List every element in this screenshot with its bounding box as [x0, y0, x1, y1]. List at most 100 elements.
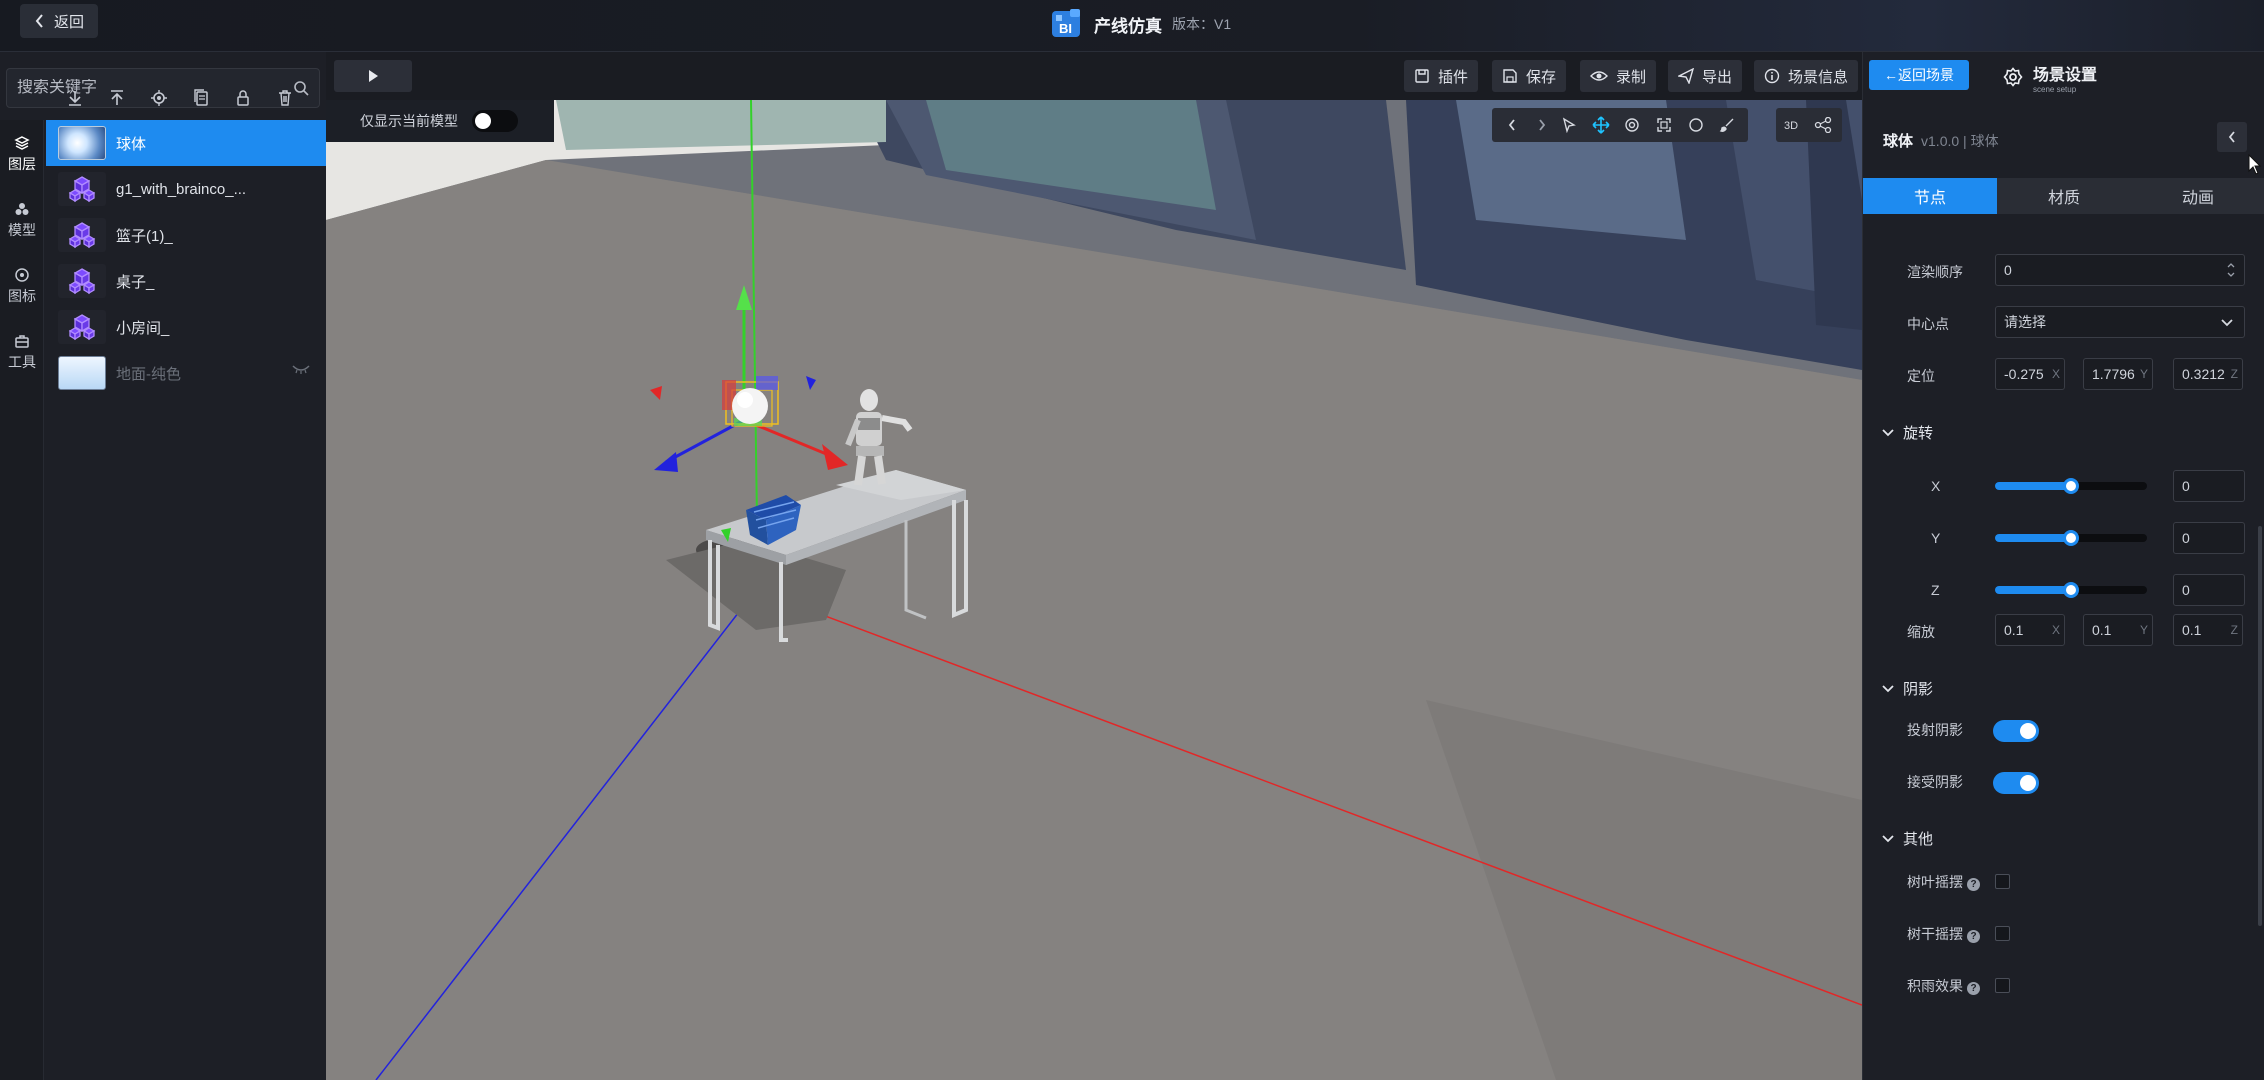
transform-tools-group — [1548, 108, 1748, 142]
layer-item[interactable]: 小房间_ — [46, 304, 326, 350]
record-button[interactable]: 录制 — [1580, 60, 1657, 92]
rain-effect-checkbox[interactable] — [1995, 978, 2010, 993]
back-button[interactable]: 返回 — [20, 4, 98, 38]
slider-knob[interactable] — [2063, 478, 2079, 494]
sphere-outline-icon[interactable] — [1683, 112, 1709, 138]
collapse-panel-button[interactable] — [2217, 122, 2247, 152]
mouse-cursor-icon — [2248, 154, 2262, 175]
rotation-value-input[interactable]: 0 — [2173, 522, 2245, 554]
target-icon — [15, 267, 29, 282]
move-icon[interactable] — [1588, 112, 1614, 138]
rotation-slider[interactable] — [1995, 478, 2147, 494]
slider-fill — [1995, 482, 2071, 490]
position-y-input[interactable]: 1.7796 Y — [2083, 358, 2153, 390]
upload-icon[interactable] — [106, 87, 128, 109]
undo-chevron-left-icon[interactable] — [1500, 112, 1524, 138]
download-icon[interactable] — [64, 87, 86, 109]
rotation-section-header[interactable]: 旋转 — [1881, 422, 1933, 443]
layer-item[interactable]: 球体 — [46, 120, 326, 166]
plugin-icon — [1415, 69, 1429, 83]
layer-item[interactable]: g1_with_brainco_... — [46, 166, 326, 212]
rail-item-layers[interactable]: 图层 — [0, 126, 44, 182]
leaf-sway-checkbox[interactable] — [1995, 874, 2010, 889]
help-icon[interactable]: ? — [1967, 930, 1980, 943]
rotation-value: 0 — [2182, 478, 2190, 494]
trunk-sway-text: 树干摇摆 — [1907, 926, 1963, 942]
trunk-sway-checkbox[interactable] — [1995, 926, 2010, 941]
save-label: 保存 — [1526, 68, 1557, 86]
stepper-icon[interactable] — [2226, 261, 2236, 279]
rotate-icon[interactable] — [1619, 112, 1645, 138]
return-scene-button[interactable]: ←返回场景 — [1869, 60, 1969, 90]
brush-icon[interactable] — [1714, 112, 1740, 138]
rotation-value-input[interactable]: 0 — [2173, 574, 2245, 606]
center-point-select[interactable]: 请选择 — [1995, 306, 2245, 338]
scale-y-input[interactable]: 0.1 Y — [2083, 614, 2153, 646]
scale-icon[interactable] — [1651, 112, 1677, 138]
rotation-section-label: 旋转 — [1903, 425, 1934, 442]
receive-shadow-toggle[interactable] — [1993, 772, 2039, 794]
scale-x-input[interactable]: 0.1 X — [1995, 614, 2065, 646]
scene-info-button[interactable]: 场景信息 — [1754, 60, 1859, 92]
slider-knob[interactable] — [2063, 582, 2079, 598]
cubes-icon — [15, 202, 29, 215]
leaf-sway-text: 树叶摇摆 — [1907, 874, 1963, 890]
position-label: 定位 — [1907, 368, 1935, 384]
tab-material[interactable]: 材质 — [1997, 178, 2131, 214]
slider-knob[interactable] — [2063, 530, 2079, 546]
chevron-left-icon — [2228, 131, 2235, 143]
position-z-input[interactable]: 0.3212 Z — [2173, 358, 2243, 390]
layer-label: 桌子_ — [116, 273, 155, 291]
rotation-value-input[interactable]: 0 — [2173, 470, 2245, 502]
shadow-section-label: 阴影 — [1903, 681, 1934, 698]
axis-x-tag: X — [2051, 623, 2060, 637]
node-graph-icon[interactable] — [1812, 112, 1834, 138]
plugin-button[interactable]: 插件 — [1404, 60, 1479, 92]
rotation-slider[interactable] — [1995, 530, 2147, 546]
3d-viewport[interactable]: 仅显示当前模型 3D — [326, 100, 1862, 1080]
rail-item-icons[interactable]: 图标 — [0, 258, 44, 314]
other-section-header[interactable]: 其他 — [1881, 828, 1933, 849]
scene-canvas — [326, 100, 1862, 1080]
plugin-label: 插件 — [1438, 68, 1469, 86]
position-x-input[interactable]: -0.275 X — [1995, 358, 2065, 390]
scene-info-label: 场景信息 — [1788, 68, 1849, 86]
rail-item-tools[interactable]: 工具 — [0, 324, 44, 380]
only-current-toggle[interactable] — [472, 110, 518, 132]
only-current-model-bar: 仅显示当前模型 — [326, 100, 554, 142]
delete-icon[interactable] — [274, 87, 296, 109]
rotation-slider[interactable] — [1995, 582, 2147, 598]
eye-closed-icon[interactable] — [292, 364, 310, 374]
rail-item-models[interactable]: 模型 — [0, 192, 44, 248]
export-button[interactable]: 导出 — [1668, 60, 1743, 92]
focus-icon[interactable] — [148, 87, 170, 109]
save-button[interactable]: 保存 — [1492, 60, 1567, 92]
node-name: 球体 — [1883, 133, 1914, 150]
model-cubes-icon — [58, 310, 106, 344]
cast-shadow-toggle[interactable] — [1993, 720, 2039, 742]
help-icon[interactable]: ? — [1967, 982, 1980, 995]
tab-animation[interactable]: 动画 — [2131, 178, 2264, 214]
scale-z-input[interactable]: 0.1 Z — [2173, 614, 2243, 646]
play-button[interactable] — [334, 60, 412, 92]
position-y-value: 1.7796 — [2092, 366, 2135, 382]
chevron-down-icon — [1882, 428, 1894, 436]
3d-view-icon[interactable]: 3D — [1784, 112, 1806, 138]
layer-list: 球体 g1_with_brainco_... 篮子(1)_ 桌子_ 小房间_ 地… — [46, 120, 326, 396]
chevron-down-icon — [1882, 834, 1894, 842]
render-order-input[interactable]: 0 — [1995, 254, 2245, 286]
copy-icon[interactable] — [190, 87, 212, 109]
layer-item[interactable]: 篮子(1)_ — [46, 212, 326, 258]
layer-item[interactable]: 地面-纯色 — [46, 350, 326, 396]
properties-scrollbar[interactable] — [2258, 526, 2262, 926]
help-icon[interactable]: ? — [1967, 878, 1980, 891]
scene-settings-tab[interactable]: 场景设置 scene setup — [2003, 60, 2097, 94]
select-cursor-icon[interactable] — [1556, 112, 1582, 138]
layer-item[interactable]: 桌子_ — [46, 258, 326, 304]
shadow-section-header[interactable]: 阴影 — [1881, 678, 1933, 699]
tab-node[interactable]: 节点 — [1863, 178, 1997, 214]
lock-icon[interactable] — [232, 87, 254, 109]
sphere-thumbnail — [58, 126, 106, 160]
rail-item-label: 模型 — [8, 221, 36, 238]
receive-shadow-label: 接受阴影 — [1907, 774, 1963, 790]
